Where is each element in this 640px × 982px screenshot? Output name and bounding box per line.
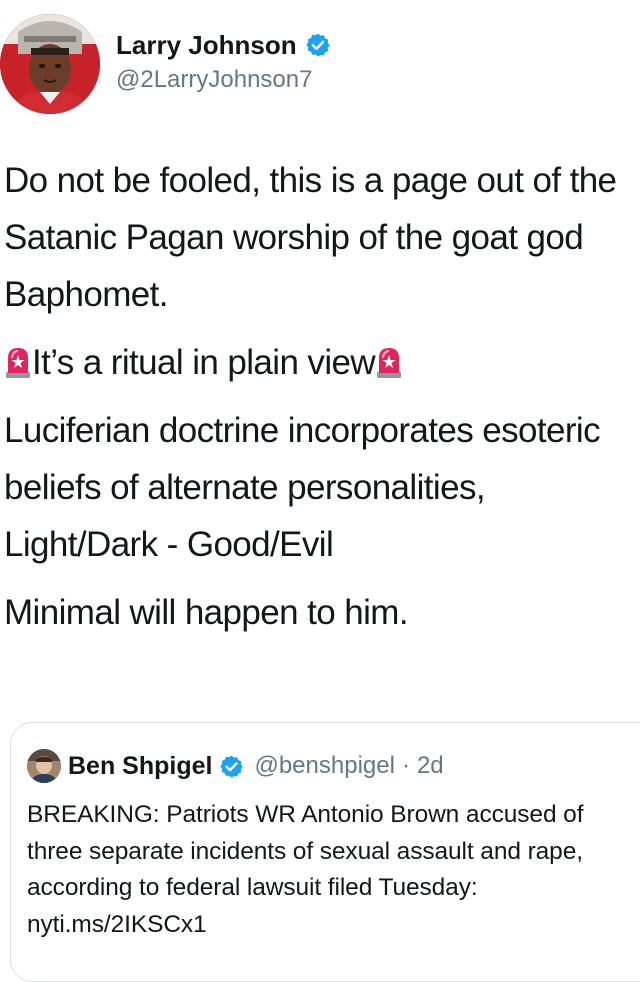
author-name-row: Larry Johnson <box>116 28 616 62</box>
rotating-light-icon <box>5 339 31 378</box>
avatar-image <box>0 14 100 114</box>
quoted-timestamp[interactable]: 2d <box>417 752 444 780</box>
quoted-separator-dot: · <box>401 752 410 779</box>
tweet-paragraph-2: It’s a ritual in plain view <box>4 334 634 391</box>
quoted-tweet-card[interactable]: Ben Shpigel @benshpigel · 2d BREAKING: P… <box>10 722 640 982</box>
quoted-author-handle[interactable]: @benshpigel <box>254 752 394 780</box>
tweet-paragraph-1: Do not be fooled, this is a page out of … <box>4 161 617 314</box>
author-name[interactable]: Larry Johnson <box>116 28 297 62</box>
verified-badge-icon <box>305 32 331 58</box>
author-handle[interactable]: @2LarryJohnson7 <box>116 64 616 96</box>
quoted-verified-badge-icon <box>219 754 244 779</box>
quoted-author-name[interactable]: Ben Shpigel <box>68 752 212 781</box>
quoted-author-avatar[interactable] <box>27 749 61 783</box>
tweet-paragraph-2-text: It’s a ritual in plain view <box>32 343 376 382</box>
quoted-tweet-header: Ben Shpigel @benshpigel · 2d <box>27 747 444 785</box>
author-info: Larry Johnson @2LarryJohnson7 <box>116 28 616 96</box>
rotating-light-icon <box>376 339 402 378</box>
quoted-tweet-text: BREAKING: Patriots WR Antonio Brown accu… <box>27 801 584 938</box>
quoted-avatar-image <box>27 749 61 783</box>
tweet-paragraph-4: Minimal will happen to him. <box>4 593 409 632</box>
tweet-paragraph-3: Luciferian doctrine incorporates esoteri… <box>4 411 601 564</box>
tweet-header: Larry Johnson @2LarryJohnson7 <box>0 0 640 120</box>
author-avatar[interactable] <box>0 14 100 114</box>
tweet-text: Do not be fooled, this is a page out of … <box>4 152 634 652</box>
